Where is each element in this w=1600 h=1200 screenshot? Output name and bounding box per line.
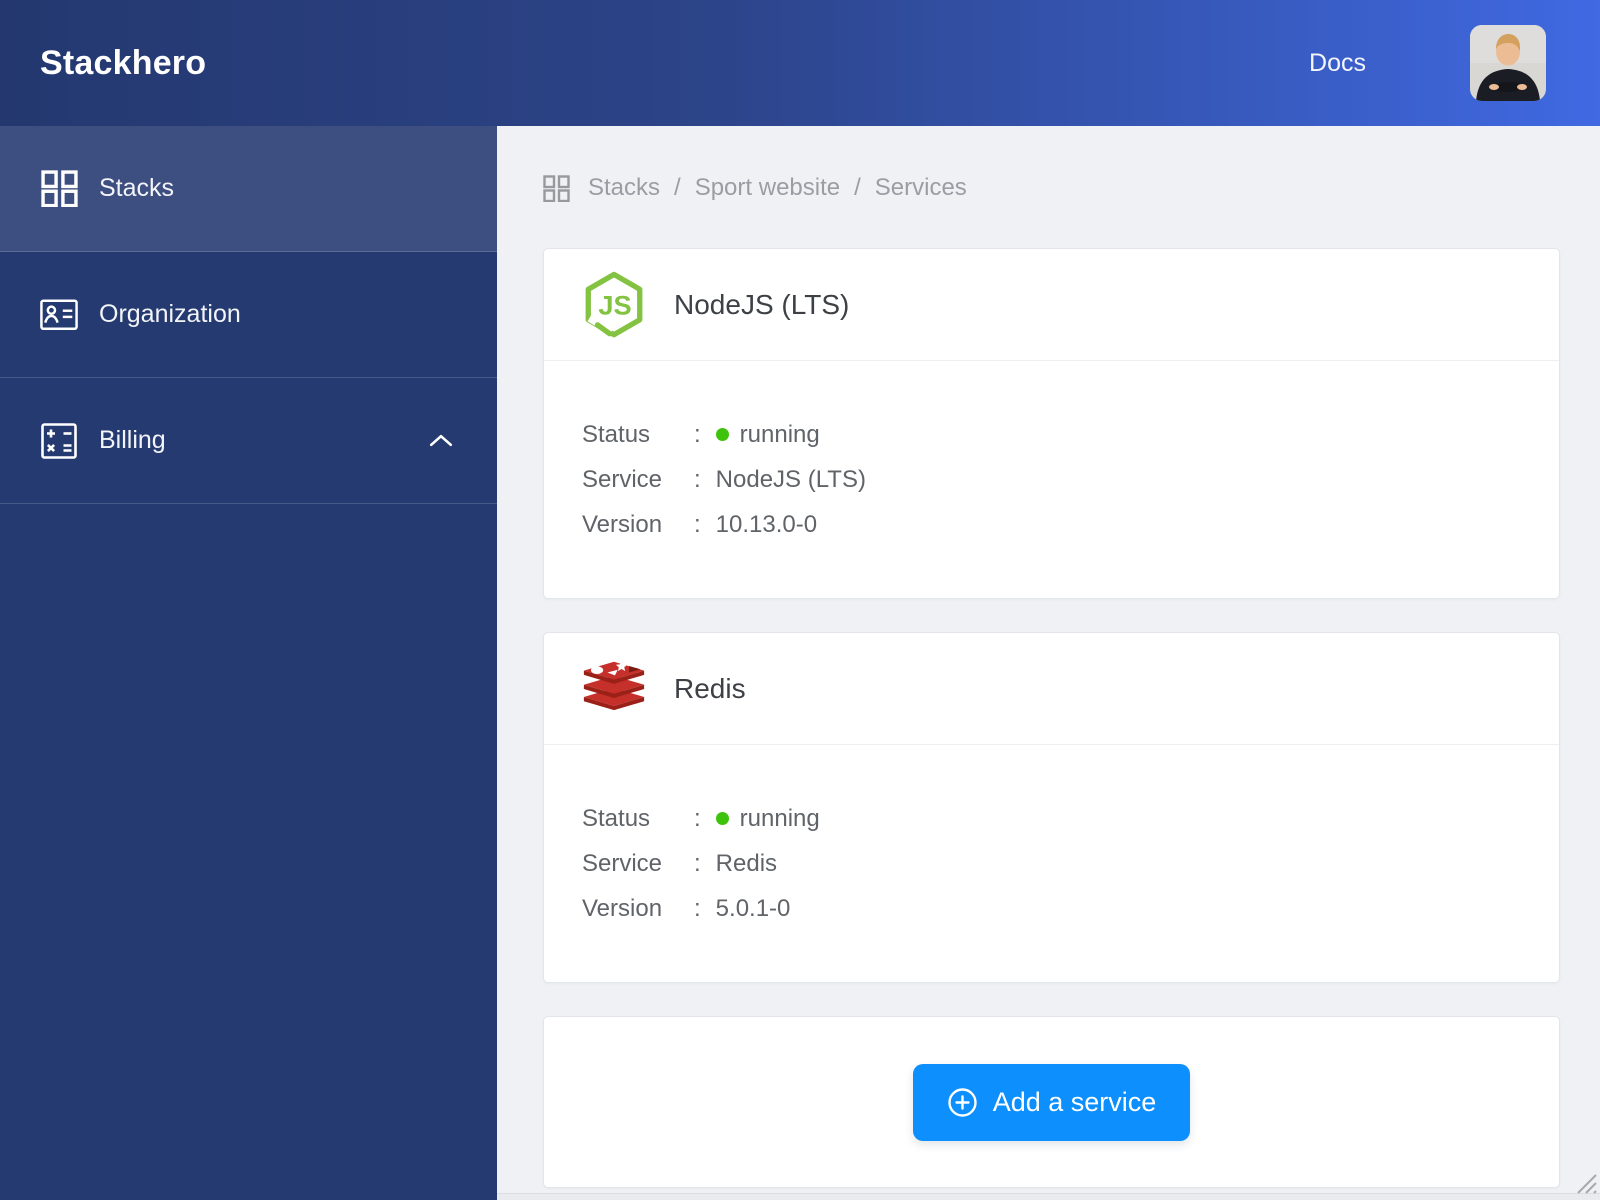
add-service-label: Add a service (993, 1087, 1157, 1118)
colon: : (694, 850, 701, 878)
resize-handle-icon[interactable] (1571, 1168, 1597, 1194)
status-dot-icon (716, 428, 729, 441)
service-title: Redis (674, 673, 746, 705)
service-label: Service (582, 850, 694, 878)
service-card-redis: Redis Status : running Service : Redis V… (543, 632, 1560, 983)
sidebar: Stacks Organization Billing (0, 126, 497, 1200)
sidebar-item-billing[interactable]: Billing (0, 378, 497, 504)
grid-icon (40, 170, 78, 207)
colon: : (694, 511, 701, 539)
status-value: running (740, 421, 820, 449)
plus-circle-icon (947, 1087, 978, 1118)
colon: : (694, 895, 701, 923)
svg-text:JS: JS (598, 289, 631, 320)
service-value: NodeJS (LTS) (716, 466, 866, 494)
status-label: Status (582, 805, 694, 833)
service-card-header[interactable]: Redis (544, 633, 1559, 745)
colon: : (694, 466, 701, 494)
top-header: Stackhero Docs (0, 0, 1600, 126)
breadcrumb-current-page: Services (875, 174, 967, 202)
version-row: Version : 5.0.1-0 (582, 886, 1521, 931)
service-value: Redis (716, 850, 777, 878)
calculator-icon (40, 423, 78, 459)
version-value: 5.0.1-0 (716, 895, 791, 923)
service-card-header[interactable]: JS NodeJS (LTS) (544, 249, 1559, 361)
version-row: Version : 10.13.0-0 (582, 502, 1521, 547)
service-card-body: Status : running Service : Redis Version… (544, 745, 1559, 982)
sidebar-item-label: Billing (99, 426, 429, 455)
status-value: running (740, 805, 820, 833)
breadcrumb-separator: / (854, 174, 861, 202)
brand-logo: Stackhero (40, 44, 206, 83)
nodejs-logo-icon: JS (582, 272, 646, 338)
main-content: Stacks / Sport website / Services JS Nod… (497, 126, 1600, 1200)
status-row: Status : running (582, 796, 1521, 841)
service-label: Service (582, 466, 694, 494)
breadcrumb-stacks[interactable]: Stacks (588, 174, 660, 202)
grid-icon (543, 175, 570, 202)
breadcrumb: Stacks / Sport website / Services (543, 174, 1560, 202)
add-service-button[interactable]: Add a service (913, 1064, 1191, 1141)
docs-link[interactable]: Docs (1309, 49, 1366, 78)
version-label: Version (582, 895, 694, 923)
service-card-body: Status : running Service : NodeJS (LTS) … (544, 361, 1559, 598)
version-value: 10.13.0-0 (716, 511, 817, 539)
sidebar-item-organization[interactable]: Organization (0, 252, 497, 378)
redis-logo-icon (582, 656, 646, 722)
status-dot-icon (716, 812, 729, 825)
breadcrumb-separator: / (674, 174, 681, 202)
add-service-card: Add a service (543, 1016, 1560, 1188)
version-label: Version (582, 511, 694, 539)
id-card-icon (40, 299, 78, 331)
service-row: Service : NodeJS (LTS) (582, 457, 1521, 502)
service-card-nodejs: JS NodeJS (LTS) Status : running Service… (543, 248, 1560, 599)
sidebar-item-label: Stacks (99, 174, 453, 203)
colon: : (694, 805, 701, 833)
sidebar-item-label: Organization (99, 300, 453, 329)
service-title: NodeJS (LTS) (674, 289, 849, 321)
breadcrumb-stack-name[interactable]: Sport website (695, 174, 840, 202)
sidebar-item-stacks[interactable]: Stacks (0, 126, 497, 252)
avatar-photo-icon (1470, 25, 1546, 101)
status-row: Status : running (582, 412, 1521, 457)
service-row: Service : Redis (582, 841, 1521, 886)
bottom-strip (497, 1193, 1600, 1200)
colon: : (694, 421, 701, 449)
chevron-up-icon[interactable] (429, 434, 453, 447)
user-avatar[interactable] (1470, 25, 1546, 101)
status-label: Status (582, 421, 694, 449)
